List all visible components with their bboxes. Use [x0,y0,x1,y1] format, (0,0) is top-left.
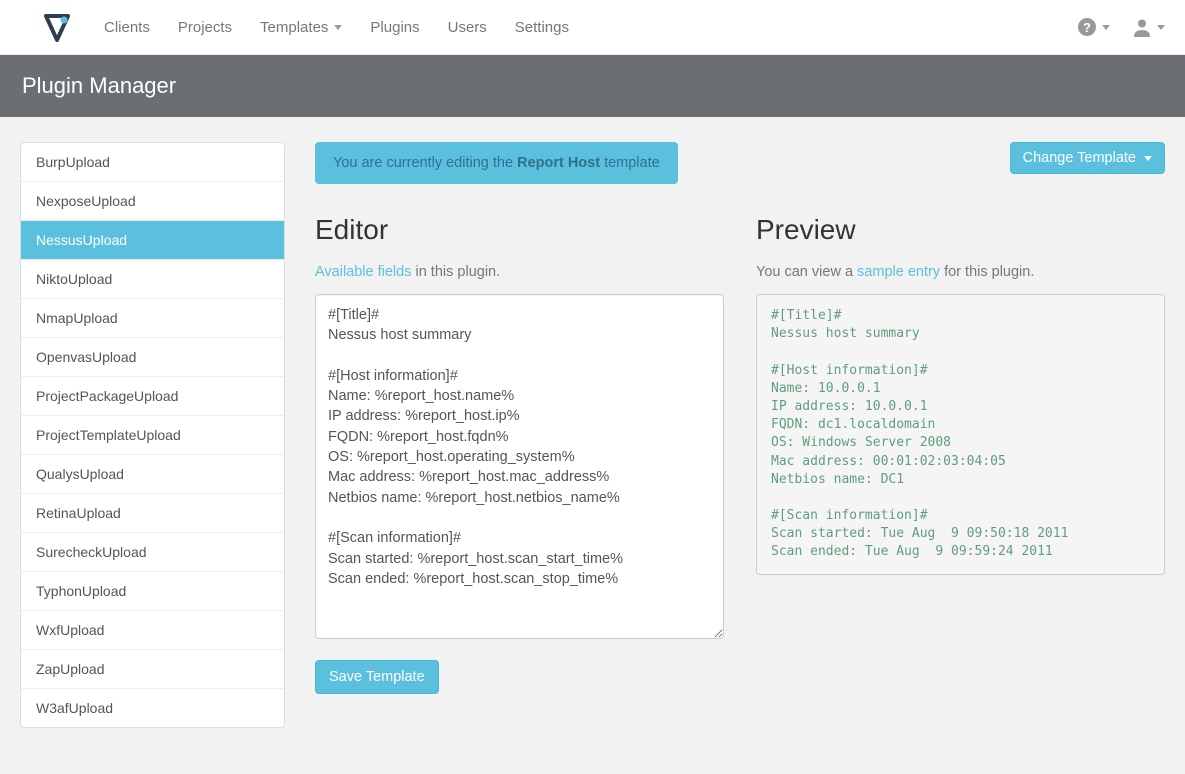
nav-item-label: Projects [178,19,232,36]
sidebar-item-nmapupload[interactable]: NmapUpload [21,299,284,338]
navbar: Clients Projects Templates Plugins Users Sett… [0,0,1185,55]
chevron-down-icon [1144,156,1152,161]
nav-items: Clients Projects Templates Plugins Users Sett… [104,19,1077,36]
nav-item-label: Clients [104,19,150,36]
user-menu[interactable] [1132,17,1165,37]
available-fields-rest: in this plugin. [411,264,500,280]
sample-entry-link[interactable]: sample entry [857,264,940,280]
sidebar-item-typhonupload[interactable]: TyphonUpload [21,572,284,611]
help-menu[interactable]: ? [1077,17,1110,37]
chevron-down-icon [1157,25,1165,30]
sidebar-item-qualysupload[interactable]: QualysUpload [21,455,284,494]
nav-item-label: Settings [515,19,569,36]
sidebar-item-niktoupload[interactable]: NiktoUpload [21,260,284,299]
sidebar-item-retinaupload[interactable]: RetinaUpload [21,494,284,533]
editor-heading: Editor [315,214,724,246]
preview-heading: Preview [756,214,1165,246]
preview-subtext: You can view a sample entry for this plu… [756,264,1165,280]
available-fields-link[interactable]: Available fields [315,264,411,280]
preview-box: #[Title]# Nessus host summary #[Host inf… [756,294,1165,575]
sidebar-item-nexposeupload[interactable]: NexposeUpload [21,182,284,221]
change-template-label: Change Template [1023,150,1136,166]
logo[interactable] [40,10,74,44]
page-title: Plugin Manager [0,55,1185,117]
plugin-sidebar: BurpUploadNexposeUploadNessusUploadNikto… [20,142,285,728]
save-template-button[interactable]: Save Template [315,660,439,694]
content: BurpUploadNexposeUploadNessusUploadNikto… [0,117,1185,753]
editor-preview-columns: Editor Available fields in this plugin. … [315,214,1165,694]
nav-item-label: Plugins [370,19,419,36]
template-editor-textarea[interactable] [315,294,724,639]
preview-prefix: You can view a [756,264,857,280]
nav-right: ? [1077,17,1165,37]
nav-item-plugins[interactable]: Plugins [370,19,419,36]
editing-alert: You are currently editing the Report Hos… [315,142,678,184]
sidebar-item-w3afupload[interactable]: W3afUpload [21,689,284,727]
preview-suffix: for this plugin. [940,264,1034,280]
nav-item-projects[interactable]: Projects [178,19,232,36]
help-icon: ? [1077,17,1097,37]
nav-item-users[interactable]: Users [448,19,487,36]
sidebar-item-zapupload[interactable]: ZapUpload [21,650,284,689]
alert-suffix: template [600,155,660,171]
editor-subtext: Available fields in this plugin. [315,264,724,280]
svg-text:?: ? [1083,20,1091,35]
alert-prefix: You are currently editing the [333,155,517,171]
nav-item-label: Templates [260,19,328,36]
main: You are currently editing the Report Hos… [315,142,1185,728]
nav-item-clients[interactable]: Clients [104,19,150,36]
sidebar-item-projectpackageupload[interactable]: ProjectPackageUpload [21,377,284,416]
sidebar-item-wxfupload[interactable]: WxfUpload [21,611,284,650]
nav-item-label: Users [448,19,487,36]
user-icon [1132,17,1152,37]
sidebar-item-nessusupload[interactable]: NessusUpload [21,221,284,260]
sidebar-item-openvasupload[interactable]: OpenvasUpload [21,338,284,377]
alert-template-name: Report Host [517,155,600,171]
sidebar-item-burpupload[interactable]: BurpUpload [21,143,284,182]
nav-item-templates[interactable]: Templates [260,19,342,36]
chevron-down-icon [1102,25,1110,30]
sidebar-item-projecttemplateupload[interactable]: ProjectTemplateUpload [21,416,284,455]
top-row: You are currently editing the Report Hos… [315,142,1165,184]
chevron-down-icon [334,25,342,30]
preview-column: Preview You can view a sample entry for … [756,214,1165,694]
change-template-button[interactable]: Change Template [1010,142,1165,174]
editor-column: Editor Available fields in this plugin. … [315,214,724,694]
sidebar-item-surecheckupload[interactable]: SurecheckUpload [21,533,284,572]
nav-item-settings[interactable]: Settings [515,19,569,36]
